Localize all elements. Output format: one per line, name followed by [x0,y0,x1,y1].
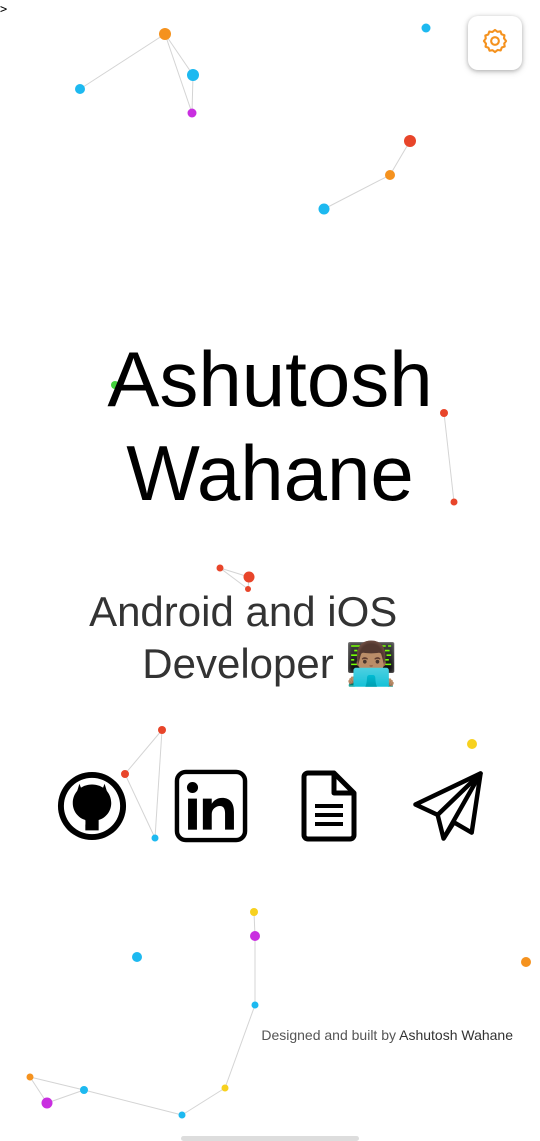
telegram-send-icon [410,769,486,848]
resume-document-icon [299,769,359,848]
github-link[interactable] [54,770,130,846]
hero-name-line2: Wahane [126,429,414,517]
footer-prefix: Designed and built by [261,1027,400,1043]
footer-author-link[interactable]: Ashutosh Wahane [399,1027,513,1043]
linkedin-icon [174,769,248,848]
hero-role-line2-text: Developer [142,640,334,687]
github-icon [55,769,129,848]
hero-name-line1: Ashutosh [107,335,433,423]
settings-button[interactable] [468,16,522,70]
home-indicator [181,1136,359,1141]
hero-role-line2: Developer 👨🏽‍💻 [0,638,540,690]
gear-icon [481,27,509,60]
technologist-emoji: 👨🏽‍💻 [345,640,398,687]
telegram-link[interactable] [408,770,488,846]
resume-link[interactable] [294,770,364,846]
hero-role-line1: Android and iOS [89,588,451,635]
hero-name: Ashutosh Wahane [0,332,540,520]
hero-role: Android and iOS Developer 👨🏽‍💻 [0,586,540,690]
particle-background [26,23,531,1119]
footer-credit: Designed and built by Ashutosh Wahane [261,1027,513,1043]
linkedin-link[interactable] [173,769,249,848]
